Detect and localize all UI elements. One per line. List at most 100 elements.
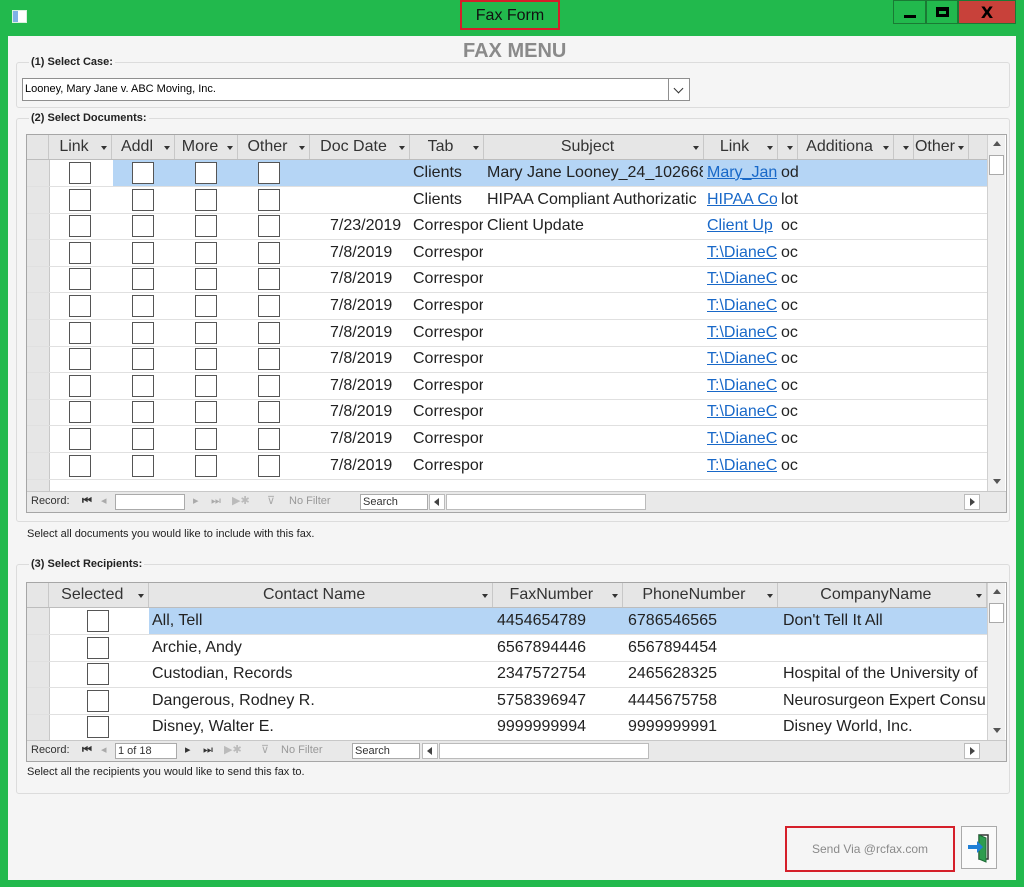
record-position-input[interactable] — [115, 494, 185, 510]
recipient-row[interactable]: Custodian, Records 2347572754 2465628325 Ho… — [27, 661, 987, 689]
documents-header-8[interactable] — [778, 135, 798, 159]
document-other-checkbox[interactable] — [258, 215, 280, 238]
document-row[interactable]: 7/8/2019 Correspor T:\DianeC oc — [27, 453, 987, 480]
document-addl-checkbox[interactable] — [132, 215, 154, 238]
document-link-checkbox[interactable] — [69, 162, 91, 184]
no-filter-button[interactable]: No Filter — [289, 492, 331, 511]
document-row[interactable]: 7/8/2019 Correspor T:\DianeC oc — [27, 240, 987, 267]
document-row[interactable]: 7/8/2019 Correspor T:\DianeC oc — [27, 399, 987, 427]
chevron-down-icon[interactable] — [481, 594, 488, 598]
document-row[interactable]: 7/23/2019 Correspor Client Update Client Up… — [27, 213, 987, 241]
last-record-icon[interactable]: ⏭ — [203, 741, 213, 760]
scroll-thumb[interactable] — [989, 155, 1004, 175]
scroll-up-icon[interactable] — [988, 583, 1005, 600]
record-position-input[interactable]: 1 of 18 — [115, 743, 177, 759]
document-other-checkbox[interactable] — [258, 162, 280, 184]
document-other-checkbox[interactable] — [258, 295, 280, 317]
document-row[interactable]: Clients HIPAA Compliant Authorizatic HIPAA… — [27, 187, 987, 214]
chevron-down-icon[interactable] — [227, 146, 233, 150]
document-more-checkbox[interactable] — [195, 215, 217, 238]
scroll-down-icon[interactable] — [988, 473, 1005, 490]
filter-icon[interactable]: ⊽ — [261, 741, 269, 760]
recipient-selected-checkbox[interactable] — [87, 716, 109, 739]
chevron-down-icon[interactable] — [137, 594, 144, 598]
document-addl-checkbox[interactable] — [132, 321, 154, 344]
document-row[interactable]: 7/8/2019 Correspor T:\DianeC oc — [27, 346, 987, 374]
document-more-checkbox[interactable] — [195, 268, 217, 291]
recipients-header-0[interactable]: Selected — [49, 583, 149, 607]
documents-select-all-corner[interactable] — [27, 135, 49, 159]
documents-vertical-scrollbar[interactable] — [987, 135, 1005, 491]
document-other-checkbox[interactable] — [258, 321, 280, 344]
scroll-left-icon[interactable] — [429, 494, 445, 510]
no-filter-button[interactable]: No Filter — [281, 741, 323, 760]
documents-header-6[interactable]: Subject — [484, 135, 704, 159]
document-addl-checkbox[interactable] — [132, 428, 154, 450]
recipient-selected-checkbox[interactable] — [87, 636, 109, 659]
document-link-checkbox[interactable] — [69, 188, 91, 211]
document-link[interactable]: T:\DianeC — [707, 240, 777, 266]
chevron-down-icon[interactable] — [958, 146, 964, 150]
documents-header-11[interactable]: Other — [914, 135, 969, 159]
chevron-down-icon[interactable] — [164, 146, 170, 150]
document-addl-checkbox[interactable] — [132, 188, 154, 211]
document-addl-checkbox[interactable] — [132, 241, 154, 264]
recipient-selected-checkbox[interactable] — [87, 610, 109, 632]
documents-header-1[interactable]: Addl — [112, 135, 175, 159]
recipient-selected-checkbox[interactable] — [87, 663, 109, 686]
last-record-icon[interactable]: ⏭ — [211, 492, 221, 511]
document-link[interactable]: T:\DianeC — [707, 373, 777, 399]
first-record-icon[interactable]: ⏮ — [82, 492, 92, 511]
document-row[interactable]: Clients Mary Jane Looney_24_102668 Mary_Ja… — [27, 160, 987, 187]
documents-header-5[interactable]: Tab — [410, 135, 484, 159]
document-link[interactable]: T:\DianeC — [707, 320, 777, 346]
scroll-left-icon[interactable] — [422, 743, 438, 759]
document-addl-checkbox[interactable] — [132, 454, 154, 477]
document-addl-checkbox[interactable] — [132, 374, 154, 397]
chevron-down-icon[interactable] — [668, 79, 689, 100]
document-link[interactable]: T:\DianeC — [707, 399, 777, 425]
recipients-header-1[interactable]: Contact Name — [149, 583, 493, 607]
document-link-checkbox[interactable] — [69, 428, 91, 450]
exit-button[interactable] — [961, 826, 997, 869]
documents-header-9[interactable]: Additiona — [798, 135, 894, 159]
chevron-down-icon[interactable] — [299, 146, 305, 150]
new-record-icon[interactable]: ▶✱ — [232, 492, 250, 511]
document-other-checkbox[interactable] — [258, 268, 280, 291]
documents-header-4[interactable]: Doc Date — [310, 135, 410, 159]
recipient-selected-checkbox[interactable] — [87, 689, 109, 712]
documents-header-3[interactable]: Other — [238, 135, 310, 159]
document-link[interactable]: T:\DianeC — [707, 453, 777, 479]
document-link-checkbox[interactable] — [69, 215, 91, 238]
next-record-icon[interactable]: ▸ — [185, 741, 191, 760]
horizontal-scroll-thumb[interactable] — [446, 494, 646, 510]
documents-header-10[interactable] — [894, 135, 914, 159]
chevron-down-icon[interactable] — [976, 594, 983, 598]
next-record-icon[interactable]: ▸ — [193, 492, 199, 511]
document-row[interactable]: 7/8/2019 Correspor T:\DianeC oc — [27, 373, 987, 400]
minimize-button[interactable] — [893, 0, 926, 24]
document-row[interactable]: 7/8/2019 Correspor T:\DianeC oc — [27, 426, 987, 453]
first-record-icon[interactable]: ⏮ — [82, 741, 92, 760]
document-link-checkbox[interactable] — [69, 268, 91, 291]
document-link-checkbox[interactable] — [69, 241, 91, 264]
search-input[interactable]: Search — [352, 743, 420, 759]
document-other-checkbox[interactable] — [258, 401, 280, 424]
documents-header-2[interactable]: More — [175, 135, 238, 159]
chevron-down-icon[interactable] — [767, 146, 773, 150]
document-link-checkbox[interactable] — [69, 374, 91, 397]
recipient-row[interactable]: Dangerous, Rodney R. 5758396947 4445675758… — [27, 688, 987, 715]
document-more-checkbox[interactable] — [195, 295, 217, 317]
document-row[interactable]: 7/8/2019 Correspor T:\DianeC oc — [27, 266, 987, 294]
document-link-checkbox[interactable] — [69, 321, 91, 344]
document-more-checkbox[interactable] — [195, 374, 217, 397]
document-other-checkbox[interactable] — [258, 188, 280, 211]
horizontal-scroll-thumb[interactable] — [439, 743, 649, 759]
document-link[interactable]: T:\DianeC — [707, 293, 777, 319]
scroll-thumb[interactable] — [989, 603, 1004, 623]
prev-record-icon[interactable]: ◂ — [101, 492, 107, 511]
document-link[interactable]: Client Up — [707, 213, 777, 239]
document-link-checkbox[interactable] — [69, 401, 91, 424]
document-link-checkbox[interactable] — [69, 454, 91, 477]
search-input[interactable]: Search — [360, 494, 428, 510]
